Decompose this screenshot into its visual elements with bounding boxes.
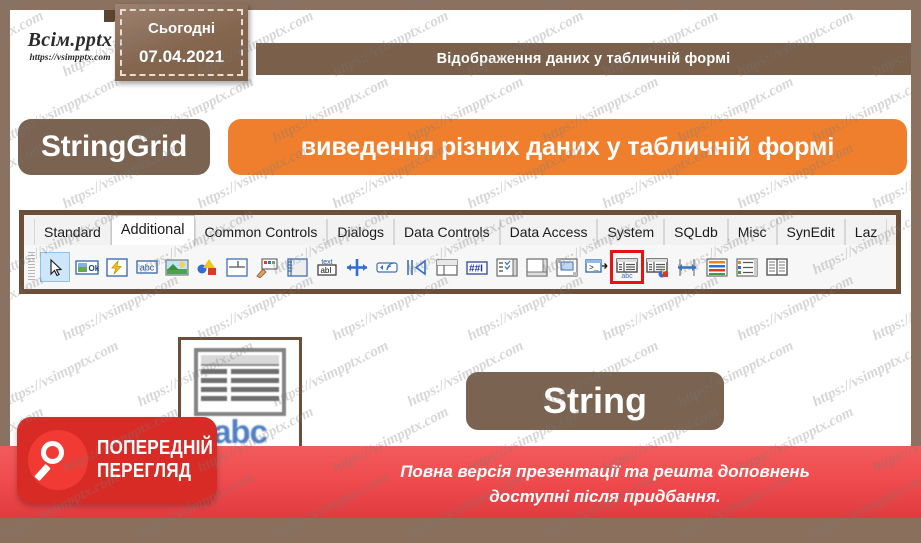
palette-notebook-icon[interactable] xyxy=(284,254,310,280)
component-name-tag: StringGrid xyxy=(18,119,210,175)
svg-text:abc: abc xyxy=(140,262,155,272)
palette-icon-row: Ok abc text abI ##I >_ abc xyxy=(24,245,896,289)
palette-drawgrid-icon[interactable] xyxy=(644,254,670,280)
palette-tab-misc[interactable]: Misc xyxy=(727,219,777,245)
palette-colorbox-icon[interactable] xyxy=(734,254,760,280)
string-tag: String xyxy=(466,372,724,430)
stringgrid-glyph-left-column xyxy=(201,369,227,413)
logo-name: Всім.pptx xyxy=(27,28,113,51)
component-palette: Standard Additional Common Controls Dialogs… xyxy=(19,210,901,294)
palette-tab-dialogs[interactable]: Dialogs xyxy=(327,219,395,245)
purchase-notice: Повна версія презентації та решта доповн… xyxy=(300,455,910,513)
palette-flowpanel-icon[interactable] xyxy=(434,254,460,280)
magnifier-lens xyxy=(41,441,64,464)
palette-tab-additional[interactable]: Additional xyxy=(110,215,195,245)
component-description-tag: виведення різних даних у табличній формі xyxy=(228,119,907,175)
palette-tab-data-controls[interactable]: Data Controls xyxy=(394,219,500,245)
stringgrid-glyph xyxy=(194,348,286,416)
palette-paintbox-icon[interactable] xyxy=(254,254,280,280)
stringgrid-glyph-header xyxy=(201,355,279,366)
palette-splitter-icon[interactable] xyxy=(344,254,370,280)
svg-text:abc: abc xyxy=(621,273,633,278)
palette-tab-data-access[interactable]: Data Access xyxy=(499,219,598,245)
palette-splitter2-icon[interactable] xyxy=(674,254,700,280)
palette-console-icon[interactable]: >_ xyxy=(584,254,610,280)
page-title: Відображення даних у табличній формі xyxy=(436,51,731,67)
logo-url: https://vsimpptx.com xyxy=(29,52,111,63)
stringgrid-glyph-body xyxy=(201,369,279,413)
palette-speedbutton-icon[interactable] xyxy=(104,254,130,280)
slide-header-bar: Відображення даних у табличній формі xyxy=(256,43,911,75)
palette-image-icon[interactable] xyxy=(164,254,190,280)
date-badge-date: 07.04.2021 xyxy=(138,46,225,66)
palette-tab-synedit[interactable]: SynEdit xyxy=(776,219,845,245)
palette-maskedit-icon[interactable]: ##I xyxy=(464,254,490,280)
site-logo: Всім.pptx https://vsimpptx.com xyxy=(10,22,130,70)
palette-tab-common-controls[interactable]: Common Controls xyxy=(194,219,328,245)
palette-labelededit-icon[interactable]: text abI xyxy=(314,254,340,280)
palette-checklistbox-icon[interactable] xyxy=(494,254,520,280)
preview-badge: ПОПЕРЕДНІЙ ПЕРЕГЛЯД xyxy=(17,417,217,503)
palette-stringgrid-icon[interactable]: abc xyxy=(610,250,644,284)
palette-bitbtn-icon[interactable]: Ok xyxy=(74,254,100,280)
string-tag-label: String xyxy=(543,380,647,421)
purchase-notice-line2: доступні після придбання. xyxy=(489,487,721,506)
palette-shape-icon[interactable] xyxy=(194,254,220,280)
date-badge-label: Сьогодні xyxy=(148,19,215,37)
purchase-notice-line1: Повна версія презентації та решта доповн… xyxy=(400,462,810,481)
svg-text:Ok: Ok xyxy=(89,264,100,273)
palette-colorlistbox-icon[interactable] xyxy=(704,254,730,280)
palette-bevel-icon[interactable] xyxy=(224,254,250,280)
palette-tab-standard[interactable]: Standard xyxy=(34,219,111,245)
palette-tab-laz[interactable]: Laz xyxy=(844,219,888,245)
palette-staticttext-icon[interactable]: abc xyxy=(134,254,160,280)
palette-applicationproperties-icon[interactable] xyxy=(554,254,580,280)
date-badge: Сьогодні 07.04.2021 xyxy=(115,4,248,81)
palette-controlbar-icon[interactable] xyxy=(404,254,430,280)
svg-text:##I: ##I xyxy=(469,263,483,274)
component-description-label: виведення різних даних у табличній формі xyxy=(300,132,835,161)
component-name-label: StringGrid xyxy=(40,130,188,163)
stringgrid-glyph-right-column xyxy=(231,369,279,413)
palette-pointer-icon[interactable] xyxy=(40,252,70,282)
palette-scrollbox-icon[interactable] xyxy=(524,254,550,280)
svg-text:abI: abI xyxy=(320,266,331,275)
palette-tab-system[interactable]: System xyxy=(597,219,665,245)
palette-tabs: Standard Additional Common Controls Dialogs… xyxy=(24,215,896,245)
palette-tab-sqldb[interactable]: SQLdb xyxy=(664,219,728,245)
magnifier-icon xyxy=(28,430,88,490)
preview-badge-text: ПОПЕРЕДНІЙ ПЕРЕГЛЯД xyxy=(97,437,232,483)
component-palette-inner: Standard Additional Common Controls Dialogs… xyxy=(24,215,896,289)
palette-valuelisteditor-icon[interactable] xyxy=(764,254,790,280)
slide-canvas: Всім.pptx https://vsimpptx.com Сьогодні … xyxy=(0,0,921,542)
palette-trayicon-icon[interactable] xyxy=(374,254,400,280)
palette-drag-handle[interactable] xyxy=(28,252,35,282)
preview-badge-line2: ПЕРЕГЛЯД xyxy=(97,460,192,482)
magnifier-handle xyxy=(34,463,51,482)
svg-text:>_: >_ xyxy=(589,264,599,273)
preview-badge-line1: ПОПЕРЕДНІЙ xyxy=(97,437,214,459)
